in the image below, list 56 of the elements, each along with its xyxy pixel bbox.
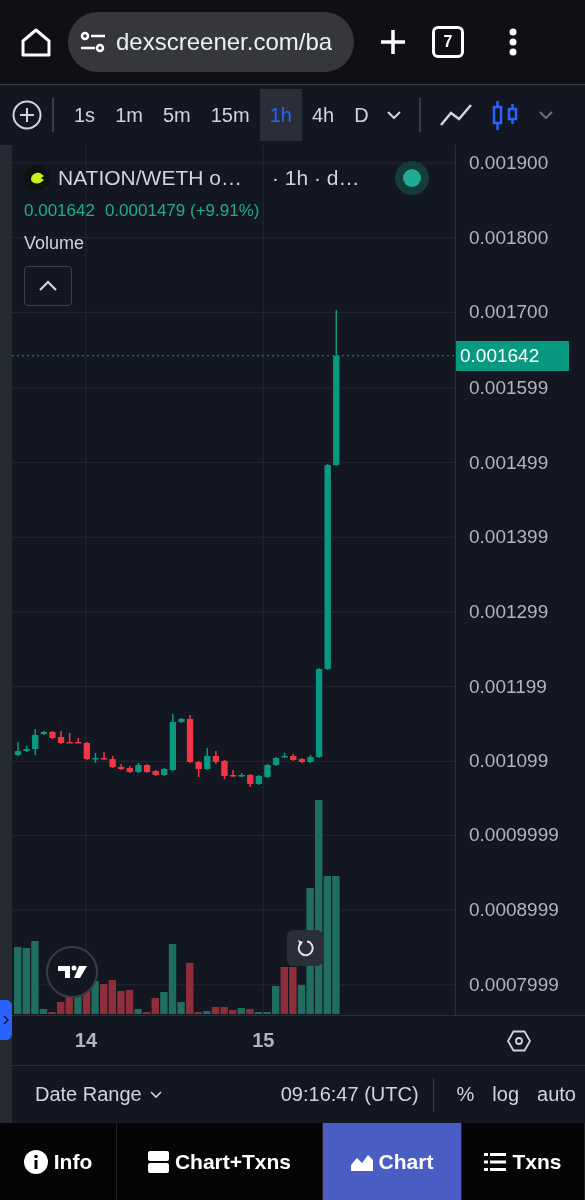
tab-count-button[interactable]: 7 — [432, 26, 464, 58]
price-axis-label: 0.001399 — [469, 527, 549, 548]
address-bar[interactable]: dexscreener.com/ba — [68, 12, 354, 72]
indicator-label: Volume — [24, 233, 85, 254]
reset-button[interactable] — [287, 930, 323, 966]
tradingview-logo-icon[interactable] — [46, 946, 98, 998]
url-text: dexscreener.com/ba — [116, 28, 333, 56]
scale-option[interactable]: log — [483, 1083, 529, 1106]
side-panel-handle[interactable] — [0, 1000, 12, 1040]
caret-icon — [149, 1090, 162, 1099]
price-axis-label: 0.001700 — [469, 302, 549, 323]
nav-tab[interactable]: Txns — [462, 1123, 585, 1200]
price-axis-label: 0.0008999 — [469, 900, 559, 921]
price-axis-label: 0.001299 — [469, 601, 549, 622]
time-axis-label: 15 — [251, 1029, 276, 1052]
pair-title: NATION/WETH o… — [58, 166, 242, 190]
reset-icon — [295, 938, 315, 958]
home-icon[interactable] — [20, 27, 52, 57]
new-tab-icon[interactable] — [380, 29, 406, 55]
interval-tab[interactable]: D — [344, 89, 379, 141]
status-dot-icon — [395, 161, 430, 195]
price-axis-label: 0.001599 — [469, 377, 549, 398]
clock-time: 09:16:47 (UTC) — [280, 1083, 419, 1106]
chevron-up-icon — [38, 280, 58, 292]
price-axis-label: 0.0007999 — [469, 974, 559, 995]
area-chart-icon — [350, 1152, 373, 1171]
scale-option[interactable]: auto — [528, 1083, 585, 1106]
chart-subtitle: · 1h · d… — [271, 166, 360, 190]
nav-tab[interactable]: Info — [0, 1123, 117, 1200]
interval-tab[interactable]: 1s — [64, 89, 106, 141]
interval-tab[interactable]: 5m — [152, 89, 201, 141]
price-change: 0.0001479 (+9.91%) — [104, 201, 260, 221]
nav-tab[interactable]: Chart — [323, 1123, 462, 1200]
price-axis-label: 0.001099 — [469, 751, 549, 772]
price-axis-label: 0.001199 — [469, 676, 547, 697]
list-icon — [484, 1152, 507, 1171]
interval-tab[interactable]: 4h — [301, 89, 345, 141]
tune-icon[interactable] — [80, 31, 106, 53]
price-value: 0.001642 — [24, 201, 95, 221]
price-axis-label: 0.001800 — [469, 227, 549, 248]
info-icon — [23, 1149, 48, 1174]
price-axis-label: 0.0009999 — [469, 825, 559, 846]
split-layout-icon — [147, 1150, 169, 1173]
token-logo-icon — [24, 165, 50, 191]
collapse-button[interactable] — [24, 266, 72, 306]
time-axis-label: 14 — [73, 1029, 99, 1052]
price-axis-label: 0.001499 — [469, 452, 549, 473]
price-axis-label: 0.001900 — [469, 153, 549, 173]
menu-icon[interactable] — [509, 28, 517, 56]
add-indicator-icon[interactable] — [12, 100, 42, 130]
scale-option[interactable]: % — [447, 1083, 484, 1106]
date-range-dropdown[interactable]: Date Range — [35, 1083, 162, 1106]
interval-tab[interactable]: 15m — [200, 89, 260, 141]
interval-tab[interactable]: 1m — [105, 89, 153, 141]
current-price-label: 0.001642 — [456, 340, 569, 371]
settings-icon[interactable] — [507, 1029, 531, 1052]
